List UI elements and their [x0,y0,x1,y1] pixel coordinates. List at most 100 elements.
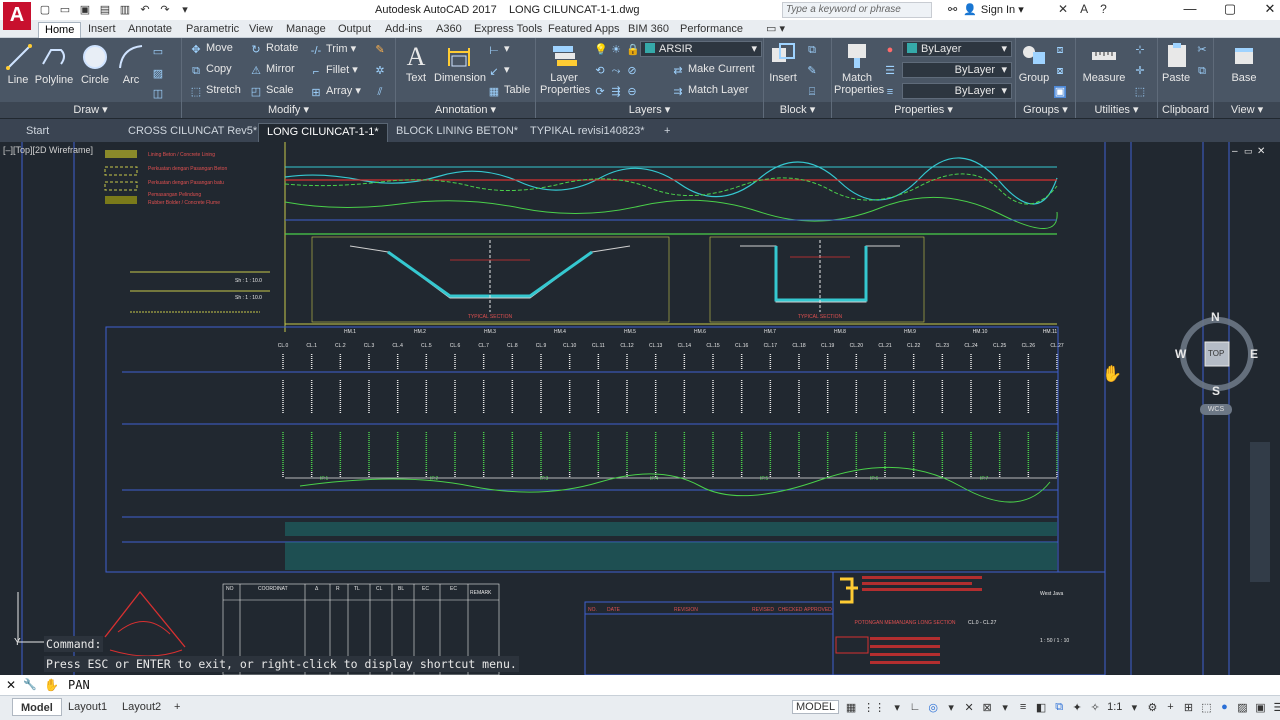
measure-button[interactable]: Measure [1080,40,1128,84]
base-button[interactable]: Base [1224,40,1264,84]
compass-west[interactable]: W [1175,347,1186,361]
tab-addins[interactable]: Add-ins [379,22,428,38]
copy-clip-icon[interactable]: ⧉ [1196,63,1212,77]
saveas-icon[interactable]: ▤ [98,3,112,17]
leader-icon[interactable]: ↙ ▾ [488,63,509,78]
tab-performance[interactable]: Performance [674,22,749,38]
layer-properties-button[interactable]: Layer Properties [540,40,590,96]
group-button[interactable]: Group [1018,40,1050,84]
dimension-button[interactable]: Dimension [434,40,486,84]
table-button[interactable]: ▦ Table [488,84,531,98]
tab-insert[interactable]: Insert [82,22,122,38]
viewcube[interactable]: N S E W TOP WCS [1175,310,1259,415]
tab-view[interactable]: View [243,22,279,38]
trim-button[interactable]: -/- Trim ▾ [310,42,356,57]
insert-button[interactable]: Insert [766,40,800,84]
add-layout-button[interactable]: + [166,698,188,716]
copy-button[interactable]: ⧉ Copy [190,63,232,77]
navigation-bar[interactable] [1250,442,1270,582]
annotation-monitor-icon[interactable]: + [1164,701,1176,713]
scale-button[interactable]: ◰ Scale [250,84,294,98]
application-menu-button[interactable]: A [3,2,31,30]
tab-featured-apps[interactable]: Featured Apps [542,22,626,38]
ortho-mode-icon[interactable]: ∟ [909,701,921,713]
mirror-button[interactable]: ⚠ Mirror [250,63,295,77]
paste-button[interactable]: Paste [1162,40,1190,84]
properties-panel-label[interactable]: Properties ▾ [832,102,1015,118]
make-current-button[interactable]: ⇄ Make Current [672,63,754,77]
customization-icon[interactable]: ☰ [1272,701,1280,714]
block-panel-label[interactable]: Block ▾ [764,102,831,118]
annotation-visibility-icon[interactable]: ✧ [1089,701,1101,714]
draw-panel-label[interactable]: Draw ▾ [0,102,181,118]
isolate-objects-icon[interactable]: ● [1218,701,1230,713]
stretch-button[interactable]: ⬚ Stretch [190,84,241,98]
group-edit-icon[interactable]: ⧇ [1054,63,1070,77]
lineweight-dropdown[interactable]: ByLayer ▾ [902,83,1012,99]
explode-icon[interactable]: ✲ [374,63,390,77]
layers-panel-label[interactable]: Layers ▾ [536,102,763,118]
text-button[interactable]: A Text [400,40,432,84]
match-layer-button[interactable]: ⇉ Match Layer [672,84,748,98]
annotation-panel-label[interactable]: Annotation ▾ [396,102,535,118]
layout-tab-layout1[interactable]: Layout1 [60,698,115,716]
offset-icon[interactable]: ⫽ [374,84,390,98]
viewport-close-icon[interactable]: ✕ [1257,146,1265,157]
tab-home[interactable]: Home [38,22,82,38]
customize-icon[interactable]: 🔧 [23,675,37,695]
selection-cycling-icon[interactable]: ⧉ [1053,701,1065,714]
polar-dropdown-icon[interactable]: ▾ [945,701,957,714]
osnap-icon[interactable]: ⊠ [981,701,993,714]
viewport-restore-icon[interactable]: ▭ [1244,146,1253,156]
new-tab-button[interactable]: + [656,123,678,142]
tab-annotate[interactable]: Annotate [122,22,178,38]
viewport-minimize-icon[interactable]: – [1232,146,1238,157]
doc-tab-block-lining[interactable]: BLOCK LINING BETON* [388,123,526,142]
print-icon[interactable]: ▥ [118,3,132,17]
viewcube-top-face[interactable]: TOP [1208,349,1224,358]
layer-tools-row1[interactable]: ⟲ ⤳ ⊘ [594,63,642,77]
search-input[interactable]: Type a keyword or phrase [782,2,932,18]
tab-express-tools[interactable]: Express Tools [468,22,548,38]
ungroup-icon[interactable]: ⧈ [1054,42,1070,56]
isodraft-icon[interactable]: ✕ [963,701,975,714]
group-select-icon[interactable]: ▣ [1054,84,1070,98]
transparency-icon[interactable]: ◧ [1035,701,1047,714]
rotate-button[interactable]: ↻ Rotate [250,42,298,56]
new-icon[interactable]: ▢ [38,3,52,17]
color-dropdown[interactable]: ByLayer ▾ [902,41,1012,57]
tab-manage[interactable]: Manage [280,22,332,38]
grid-icon[interactable]: ▦ [845,701,857,714]
tab-a360[interactable]: A360 [430,22,468,38]
layer-dropdown[interactable]: ARSIR ▾ [640,41,762,57]
doc-tab-long-ciluncat[interactable]: LONG CILUNCAT-1-1* [258,123,388,142]
compass-east[interactable]: E [1250,347,1258,361]
rectangle-icon[interactable]: ▭ [152,44,168,58]
model-space-button[interactable]: MODEL [792,700,840,714]
tab-bim360[interactable]: BIM 360 [622,22,675,38]
erase-icon[interactable]: ✎ [374,42,390,56]
match-properties-button[interactable]: Match Properties [834,40,884,96]
layer-state-icons[interactable]: 💡 ☀ 🔒 [594,42,642,56]
groups-panel-label[interactable]: Groups ▾ [1016,102,1075,118]
doc-tab-cross-ciluncat[interactable]: CROSS CILUNCAT Rev5* [120,123,265,142]
viewport-label[interactable]: [–][Top][2D Wireframe] [3,145,93,155]
scale-dropdown-icon[interactable]: ▾ [1128,701,1140,714]
linetype-icon[interactable]: ☰ [884,63,900,77]
linear-dim-icon[interactable]: ⊢ ▾ [488,42,509,57]
ortho-icon[interactable]: ▾ [891,701,903,714]
a360-icon[interactable]: A [1080,2,1088,16]
region-icon[interactable]: ◫ [152,86,168,100]
tab-parametric[interactable]: Parametric [180,22,245,38]
arc-button[interactable]: Arc [116,42,146,86]
command-line[interactable]: ✕ 🔧 ✋ PAN [0,675,1280,695]
compass-south[interactable]: S [1212,384,1220,398]
lineweight-icon[interactable]: ≡ [884,84,900,98]
open-icon[interactable]: ▭ [58,3,72,17]
array-button[interactable]: ⊞ Array ▾ [310,84,360,99]
units-icon[interactable]: ⊞ [1182,701,1194,714]
close-command-line-icon[interactable]: ✕ [6,675,16,695]
autodesk-exchange-icon[interactable]: ✕ [1058,2,1068,16]
clipboard-panel-label[interactable]: Clipboard [1158,102,1213,118]
hardware-accel-icon[interactable]: ▨ [1236,701,1248,714]
